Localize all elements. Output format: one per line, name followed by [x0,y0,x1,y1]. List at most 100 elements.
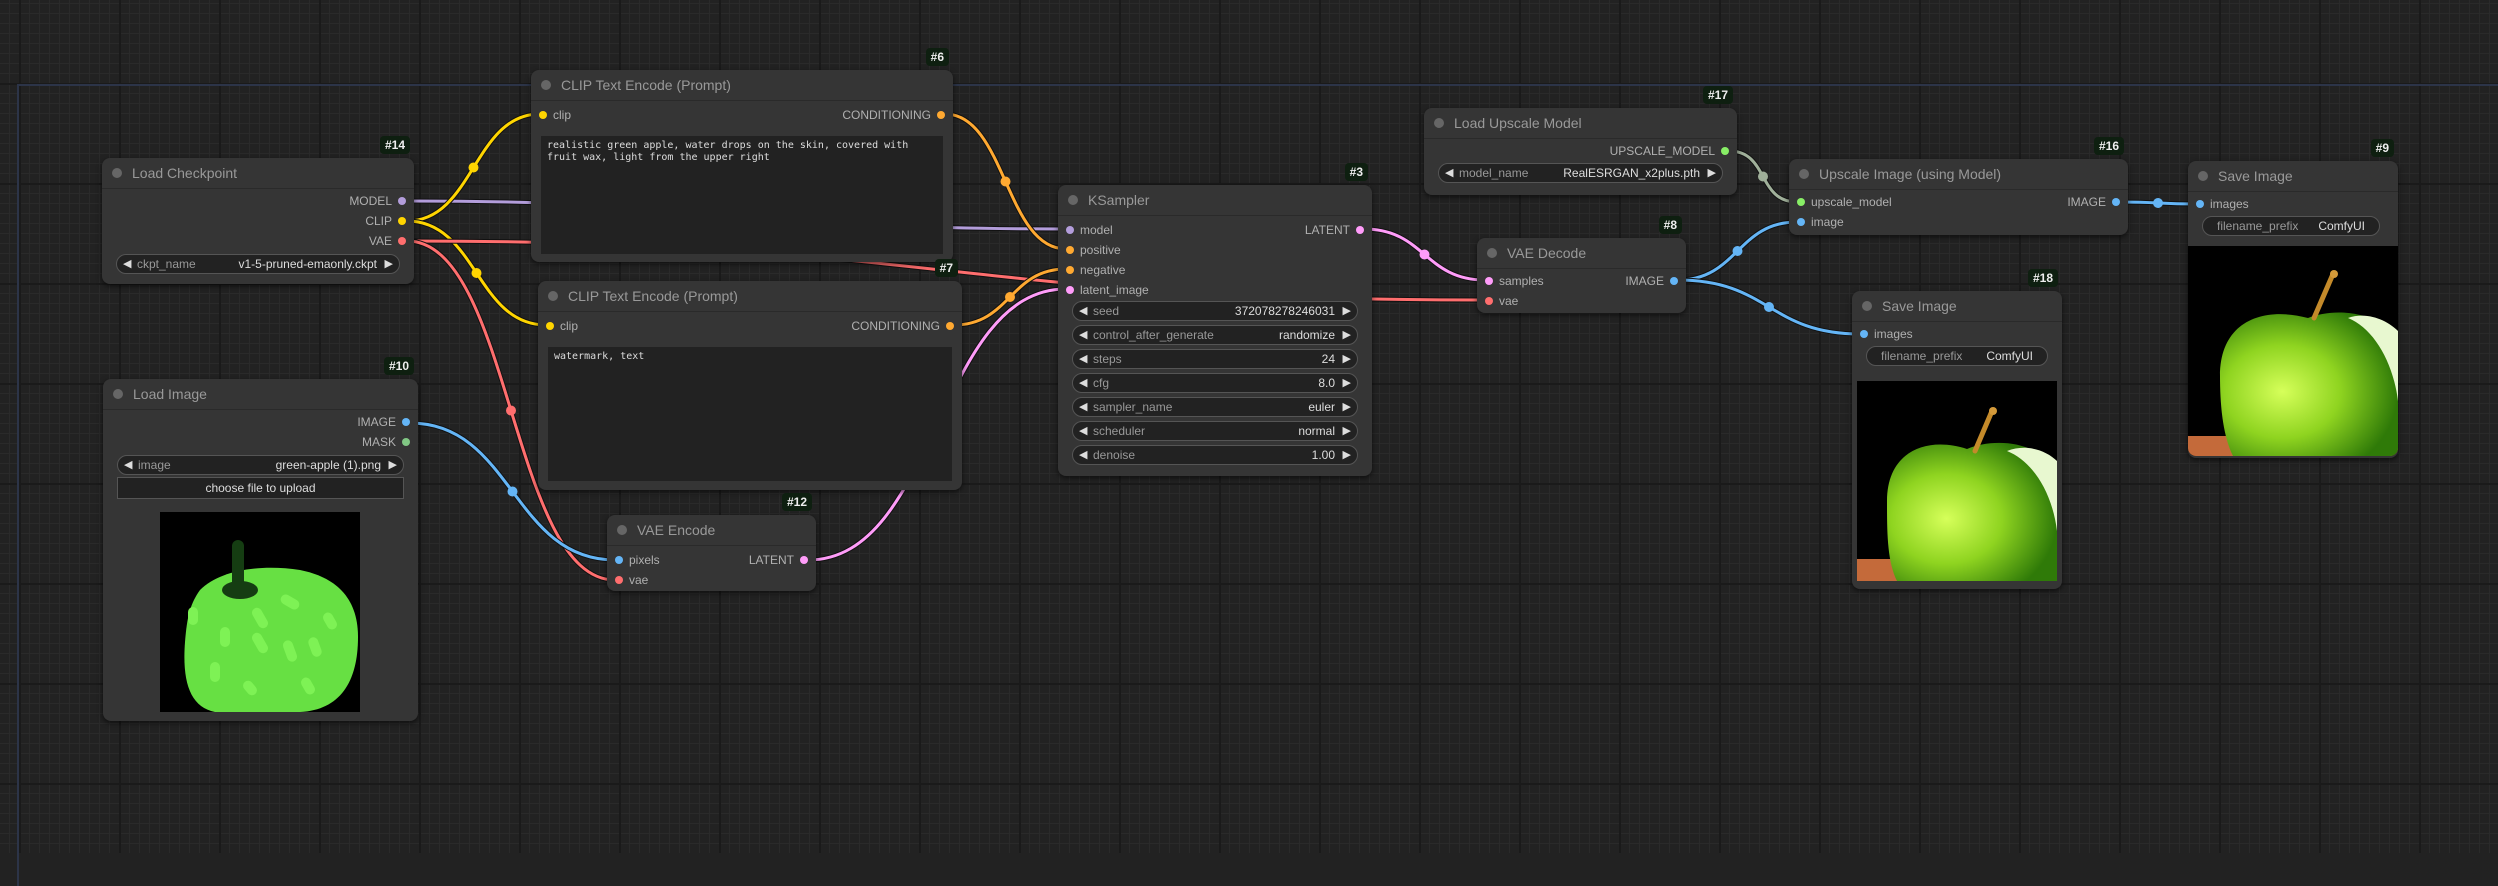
output-slot-latent[interactable]: LATENT [749,551,808,569]
arrow-right-icon[interactable]: ▶ [1343,352,1351,365]
sampler-name-widget[interactable]: ◀ sampler_name euler ▶ [1072,397,1358,417]
slot-dot-icon[interactable] [398,197,406,205]
input-slot-vae[interactable]: vae [615,571,648,589]
collapse-dot-icon[interactable] [113,389,123,399]
node-title[interactable]: Upscale Image (using Model) [1789,159,2128,190]
output-slot-upscale-model[interactable]: UPSCALE_MODEL [1610,142,1729,160]
slot-dot-icon[interactable] [1066,246,1074,254]
steps-widget[interactable]: ◀ steps 24 ▶ [1072,349,1358,369]
prompt-textarea[interactable]: realistic green apple, water drops on th… [541,136,943,254]
node-title[interactable]: CLIP Text Encode (Prompt) [538,281,962,312]
model-name-combo[interactable]: ◀ model_name RealESRGAN_x2plus.pth ▶ [1438,163,1723,183]
arrow-left-icon[interactable]: ◀ [1079,328,1087,341]
input-slot-clip[interactable]: clip [539,106,571,124]
slot-dot-icon[interactable] [546,322,554,330]
arrow-right-icon[interactable]: ▶ [1343,328,1351,341]
slot-dot-icon[interactable] [937,111,945,119]
input-slot-images[interactable]: images [2196,195,2249,213]
collapse-dot-icon[interactable] [1487,248,1497,258]
collapse-dot-icon[interactable] [541,80,551,90]
node-title[interactable]: KSampler [1058,185,1372,216]
output-slot-conditioning[interactable]: CONDITIONING [851,317,954,335]
slot-dot-icon[interactable] [402,438,410,446]
collapse-dot-icon[interactable] [2198,171,2208,181]
collapse-dot-icon[interactable] [112,168,122,178]
seed-widget[interactable]: ◀ seed 372078278246031 ▶ [1072,301,1358,321]
input-slot-pixels[interactable]: pixels [615,551,660,569]
slot-dot-icon[interactable] [800,556,808,564]
slot-dot-icon[interactable] [946,322,954,330]
input-slot-images[interactable]: images [1860,325,1913,343]
collapse-dot-icon[interactable] [617,525,627,535]
node-load-upscale-model[interactable]: #17 Load Upscale Model UPSCALE_MODEL ◀ mo… [1424,86,1737,195]
slot-dot-icon[interactable] [615,556,623,564]
output-image-preview[interactable] [2188,246,2398,456]
node-title[interactable]: Load Checkpoint [102,158,414,189]
node-title[interactable]: Save Image [1852,291,2062,322]
arrow-left-icon[interactable]: ◀ [123,257,131,270]
slot-dot-icon[interactable] [1797,198,1805,206]
arrow-right-icon[interactable]: ▶ [1343,448,1351,461]
output-slot-clip[interactable]: CLIP [365,212,406,230]
slot-dot-icon[interactable] [539,111,547,119]
arrow-left-icon[interactable]: ◀ [1079,352,1087,365]
node-load-image[interactable]: #10 Load Image IMAGE MASK ◀ image green-ap… [103,357,418,721]
arrow-right-icon[interactable]: ▶ [1343,400,1351,413]
arrow-right-icon[interactable]: ▶ [1708,166,1716,179]
scheduler-widget[interactable]: ◀ scheduler normal ▶ [1072,421,1358,441]
node-save-image-18[interactable]: #18 Save Image images filename_prefix Com… [1852,269,2062,589]
denoise-widget[interactable]: ◀ denoise 1.00 ▶ [1072,445,1358,465]
output-image-preview[interactable] [1857,381,2057,581]
node-title[interactable]: VAE Encode [607,515,816,546]
output-slot-conditioning[interactable]: CONDITIONING [842,106,945,124]
arrow-right-icon[interactable]: ▶ [389,458,397,471]
node-ksampler[interactable]: #3 KSampler model positive negative late… [1058,163,1372,476]
arrow-right-icon[interactable]: ▶ [1343,376,1351,389]
control-after-generate-widget[interactable]: ◀ control_after_generate randomize ▶ [1072,325,1358,345]
slot-dot-icon[interactable] [615,576,623,584]
node-upscale-image[interactable]: #16 Upscale Image (using Model) upscale_… [1789,137,2128,235]
ckpt-name-combo[interactable]: ◀ ckpt_name v1-5-pruned-emaonly.ckpt ▶ [116,254,400,274]
slot-dot-icon[interactable] [1721,147,1729,155]
output-slot-image[interactable]: IMAGE [357,413,410,431]
slot-dot-icon[interactable] [1797,218,1805,226]
node-title[interactable]: Save Image [2188,161,2398,192]
output-slot-model[interactable]: MODEL [349,192,406,210]
slot-dot-icon[interactable] [398,237,406,245]
arrow-left-icon[interactable]: ◀ [1079,304,1087,317]
output-slot-image[interactable]: IMAGE [2067,193,2120,211]
slot-dot-icon[interactable] [1066,266,1074,274]
output-slot-latent[interactable]: LATENT [1305,221,1364,239]
output-slot-image[interactable]: IMAGE [1625,272,1678,290]
cfg-widget[interactable]: ◀ cfg 8.0 ▶ [1072,373,1358,393]
arrow-right-icon[interactable]: ▶ [385,257,393,270]
slot-dot-icon[interactable] [2196,200,2204,208]
collapse-dot-icon[interactable] [548,291,558,301]
arrow-left-icon[interactable]: ◀ [1079,376,1087,389]
node-title[interactable]: VAE Decode [1477,238,1686,269]
output-slot-mask[interactable]: MASK [362,433,410,451]
node-vae-decode[interactable]: #8 VAE Decode samples vae IMAGE [1477,216,1686,313]
node-title[interactable]: Load Upscale Model [1424,108,1737,139]
filename-prefix-input[interactable]: filename_prefix ComfyUI [2202,216,2380,236]
input-slot-samples[interactable]: samples [1485,272,1544,290]
input-slot-positive[interactable]: positive [1066,241,1121,259]
slot-dot-icon[interactable] [1066,226,1074,234]
slot-dot-icon[interactable] [1066,286,1074,294]
node-load-checkpoint[interactable]: #14 Load Checkpoint MODEL CLIP VAE ◀ ckpt… [102,136,414,284]
arrow-left-icon[interactable]: ◀ [1079,448,1087,461]
collapse-dot-icon[interactable] [1862,301,1872,311]
node-save-image-9[interactable]: #9 Save Image images filename_prefix Comf… [2188,139,2398,458]
node-vae-encode[interactable]: #12 VAE Encode pixels vae LATENT [607,493,816,591]
input-slot-vae[interactable]: vae [1485,292,1518,310]
slot-dot-icon[interactable] [1356,226,1364,234]
slot-dot-icon[interactable] [1485,277,1493,285]
slot-dot-icon[interactable] [1670,277,1678,285]
input-slot-model[interactable]: model [1066,221,1113,239]
filename-prefix-input[interactable]: filename_prefix ComfyUI [1866,346,2048,366]
arrow-left-icon[interactable]: ◀ [1445,166,1453,179]
input-slot-upscale-model[interactable]: upscale_model [1797,193,1892,211]
image-combo[interactable]: ◀ image green-apple (1).png ▶ [117,455,404,475]
prompt-textarea[interactable]: watermark, text [548,347,952,481]
choose-file-upload-button[interactable]: choose file to upload [117,477,404,499]
